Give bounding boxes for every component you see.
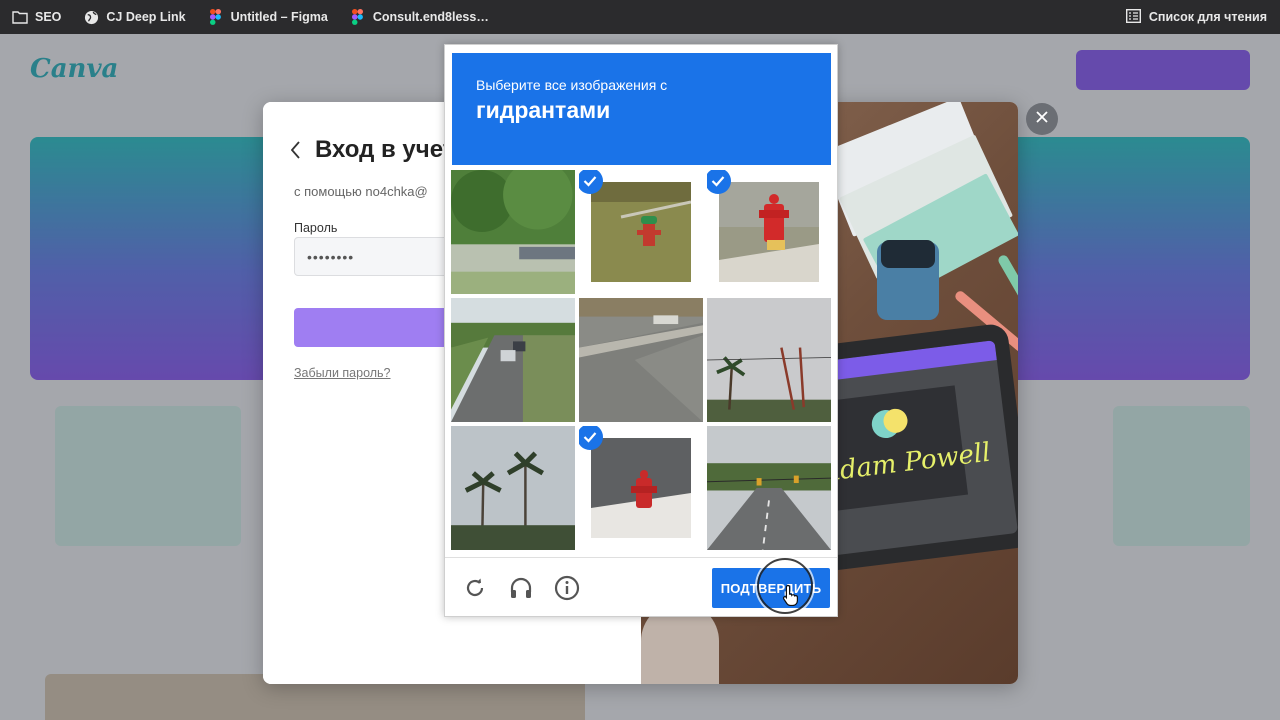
tile-image xyxy=(591,182,691,282)
captcha-tile[interactable] xyxy=(707,426,831,550)
tablet-artwork: Adam Powell xyxy=(820,385,992,512)
bookmark-figma-consult[interactable]: Consult.end8less… xyxy=(350,9,489,25)
reading-list-button[interactable]: Список для чтения xyxy=(1125,0,1267,34)
globe-icon xyxy=(83,9,99,25)
bookmarks-bar: SEO CJ Deep Link Untitled – Figma Consul… xyxy=(0,0,1280,34)
bookmark-label: SEO xyxy=(35,10,62,24)
hand-cursor-icon xyxy=(782,584,798,606)
password-label: Пароль xyxy=(294,221,338,235)
pencil-decoration xyxy=(996,253,1018,311)
bookmark-label: CJ Deep Link xyxy=(106,10,186,24)
reading-list-label: Список для чтения xyxy=(1148,10,1267,24)
audio-challenge-icon[interactable] xyxy=(507,574,535,602)
recaptcha-challenge: Выберите все изображения с гидрантами ПО… xyxy=(444,44,838,617)
captcha-instruction: Выберите все изображения с xyxy=(476,77,668,93)
captcha-footer: ПОДТВЕРДИТЬ xyxy=(445,557,837,617)
ink-jar-lid xyxy=(881,240,935,268)
close-icon xyxy=(1036,110,1048,128)
figma-icon xyxy=(350,9,366,25)
tablet-signature: Adam Powell xyxy=(819,437,993,489)
bookmark-seo[interactable]: SEO xyxy=(12,9,61,25)
captcha-target: гидрантами xyxy=(476,97,611,123)
bookmark-label: Untitled – Figma xyxy=(230,10,328,24)
captcha-tile-selected[interactable] xyxy=(579,426,703,550)
captcha-image-grid xyxy=(451,170,831,551)
captcha-tile[interactable] xyxy=(451,170,575,294)
tile-image xyxy=(451,426,575,550)
bookmark-cj-deep-link[interactable]: CJ Deep Link xyxy=(83,9,186,25)
captcha-tile[interactable] xyxy=(451,426,575,550)
reload-icon[interactable] xyxy=(461,574,489,602)
login-header: Вход в учет xyxy=(291,136,455,164)
folder-icon xyxy=(12,9,28,25)
captcha-tile-selected[interactable] xyxy=(707,170,831,294)
captcha-header: Выберите все изображения с гидрантами xyxy=(452,53,831,165)
login-title: Вход в учет xyxy=(315,136,455,163)
info-icon[interactable] xyxy=(553,574,581,602)
bookmark-label: Consult.end8less… xyxy=(372,10,489,24)
captcha-tile[interactable] xyxy=(451,298,575,422)
tile-image xyxy=(707,426,831,550)
figma-icon xyxy=(208,9,224,25)
reading-list-icon xyxy=(1125,8,1141,26)
back-chevron-icon[interactable] xyxy=(291,138,307,162)
captcha-tile[interactable] xyxy=(707,298,831,422)
captcha-tile[interactable] xyxy=(579,298,703,422)
tile-image xyxy=(719,182,819,282)
tile-image xyxy=(579,298,703,422)
tile-image xyxy=(451,170,575,294)
tile-image xyxy=(451,298,575,422)
login-subtitle: с помощью no4chka@ xyxy=(294,184,428,199)
bookmark-figma-untitled[interactable]: Untitled – Figma xyxy=(208,9,328,25)
tile-image xyxy=(591,438,691,538)
captcha-tile-selected[interactable] xyxy=(579,170,703,294)
tile-image xyxy=(707,298,831,422)
close-modal-button[interactable] xyxy=(1026,103,1058,135)
forgot-password-link[interactable]: Забыли пароль? xyxy=(294,366,391,380)
